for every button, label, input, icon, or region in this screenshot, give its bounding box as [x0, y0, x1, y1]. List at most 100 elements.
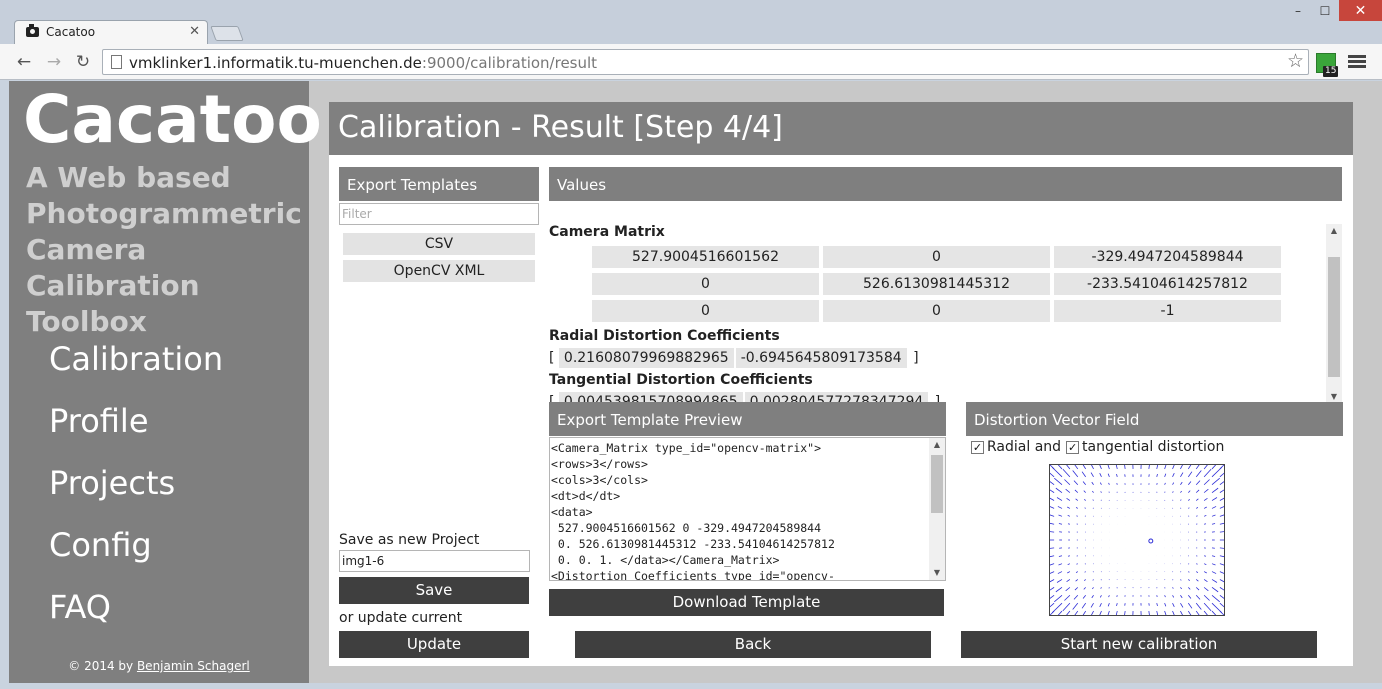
template-item-opencv-xml[interactable]: OpenCV XML: [343, 260, 535, 282]
distortion-vector: [1081, 602, 1087, 609]
values-panel[interactable]: Camera Matrix 527.9004516601562 0 -329.4…: [549, 224, 1342, 404]
tangential-checkbox[interactable]: ✓: [1066, 440, 1080, 454]
minimize-button[interactable]: –: [1284, 0, 1312, 21]
new-tab-button[interactable]: [210, 26, 244, 41]
scroll-up-icon[interactable]: ▲: [1326, 224, 1342, 238]
page: Cacatoo A Web based Photogrammetric Came…: [9, 81, 1382, 683]
distortion-vector: [1203, 465, 1208, 470]
template-filter-input[interactable]: [339, 203, 539, 225]
distortion-vector: [1172, 473, 1175, 478]
distortion-vector: [1067, 563, 1071, 565]
distortion-vector: [1195, 498, 1199, 501]
start-new-calibration-button[interactable]: Start new calibration: [961, 631, 1317, 658]
template-preview-textarea[interactable]: <Camera_Matrix type_id="opencv-matrix"> …: [549, 437, 946, 581]
distortion-vector: [1100, 491, 1102, 493]
distortion-vector: [1050, 579, 1055, 583]
distortion-vector: [1082, 465, 1087, 470]
distortion-vector: [1050, 571, 1055, 574]
distortion-vector: [1219, 522, 1224, 525]
preview-scrollbar[interactable]: ▲ ▼: [929, 438, 945, 580]
reload-icon[interactable]: ↻: [73, 52, 93, 72]
distortion-vector: [1172, 465, 1175, 470]
distortion-vector: [1084, 507, 1086, 509]
address-bar[interactable]: vmklinker1.informatik.tu-muenchen.de:900…: [102, 49, 1309, 75]
distortion-vector: [1188, 481, 1192, 485]
distortion-vector: [1219, 514, 1224, 517]
url-text[interactable]: vmklinker1.informatik.tu-muenchen.de:900…: [129, 54, 597, 72]
distortion-vector: [1203, 602, 1212, 612]
distortion-vector: [1211, 579, 1218, 583]
distortion-vector: [1195, 594, 1201, 600]
sidebar: Cacatoo A Web based Photogrammetric Came…: [9, 81, 322, 683]
distortion-vector: [1211, 467, 1222, 478]
nav-config[interactable]: Config: [49, 523, 223, 585]
distortion-vector: [1050, 531, 1055, 533]
distortion-vector: [1219, 497, 1224, 501]
distortion-vector: [1219, 587, 1224, 591]
scroll-thumb[interactable]: [1328, 257, 1340, 377]
distortion-vector: [1203, 594, 1210, 601]
distortion-vector: [1055, 487, 1063, 493]
radial-checkbox[interactable]: ✓: [971, 440, 984, 454]
distortion-vector: [1203, 587, 1209, 592]
menu-icon[interactable]: [1348, 53, 1366, 71]
distortion-vector: [1195, 579, 1199, 582]
distortion-vector: [1180, 465, 1183, 470]
update-button[interactable]: Update: [339, 631, 529, 658]
distortion-vector: [1172, 602, 1175, 607]
matrix-cell: -233.54104614257812: [1054, 273, 1281, 295]
template-item-csv[interactable]: CSV: [343, 233, 535, 255]
distortion-vector: [1083, 490, 1086, 493]
distortion-vector: [1219, 506, 1224, 509]
distortion-vector: [1115, 610, 1118, 615]
project-name-input[interactable]: [339, 550, 530, 572]
browser-tab[interactable]: Cacatoo ✕: [14, 20, 208, 45]
scroll-down-icon[interactable]: ▼: [929, 566, 945, 580]
nav-profile[interactable]: Profile: [49, 399, 223, 461]
distortion-vector: [1203, 571, 1207, 574]
nav-projects[interactable]: Projects: [49, 461, 223, 523]
back-button[interactable]: Back: [575, 631, 931, 658]
back-arrow-icon[interactable]: ←: [14, 52, 34, 72]
distortion-vector: [1073, 594, 1079, 600]
distortion-vector: [1211, 587, 1219, 593]
author-link[interactable]: Benjamin Schagerl: [137, 659, 250, 673]
distortion-vector: [1180, 579, 1182, 581]
download-template-button[interactable]: Download Template: [549, 589, 944, 616]
maximize-button[interactable]: ☐: [1312, 0, 1338, 21]
distortion-vector: [1058, 514, 1063, 517]
distortion-vector: [1187, 465, 1192, 470]
values-scrollbar[interactable]: ▲ ▼: [1326, 224, 1342, 404]
scroll-up-icon[interactable]: ▲: [929, 438, 945, 452]
distortion-vector: [1203, 468, 1212, 478]
distortion-vector: [1107, 610, 1110, 615]
close-window-button[interactable]: ✕: [1339, 0, 1382, 21]
distortion-vector: [1148, 610, 1150, 615]
distortion-vector: [1074, 489, 1079, 493]
distortion-vector: [1211, 477, 1220, 486]
distortion-vector: [1180, 481, 1183, 485]
scroll-thumb[interactable]: [931, 455, 943, 513]
distortion-vector: [1065, 488, 1071, 493]
distortion-vector: [1195, 480, 1201, 486]
distortion-vector: [1057, 506, 1063, 509]
save-button[interactable]: Save: [339, 577, 529, 604]
forward-arrow-icon[interactable]: →: [44, 52, 64, 72]
distortion-vector: [1090, 472, 1094, 478]
distortion-vector: [1107, 465, 1110, 470]
nav-calibration[interactable]: Calibration: [49, 337, 223, 399]
distortion-vector: [1050, 514, 1055, 517]
bookmark-star-icon[interactable]: ☆: [1287, 50, 1304, 72]
distortion-vector: [1099, 602, 1102, 607]
distortion-vector: [1204, 555, 1207, 557]
matrix-cell: 0: [823, 300, 1050, 322]
browser-toolbar: ← → ↻ vmklinker1.informatik.tu-muenchen.…: [0, 44, 1382, 80]
distortion-vector: [1074, 465, 1079, 470]
distortion-vector: [1148, 465, 1150, 470]
distortion-vector: [1099, 473, 1102, 478]
brand-logo[interactable]: Cacatoo: [23, 81, 322, 158]
distortion-vector: [1164, 610, 1167, 615]
nav-faq[interactable]: FAQ: [49, 585, 223, 647]
distortion-vector: [1058, 555, 1063, 557]
tab-close-icon[interactable]: ✕: [189, 24, 200, 39]
